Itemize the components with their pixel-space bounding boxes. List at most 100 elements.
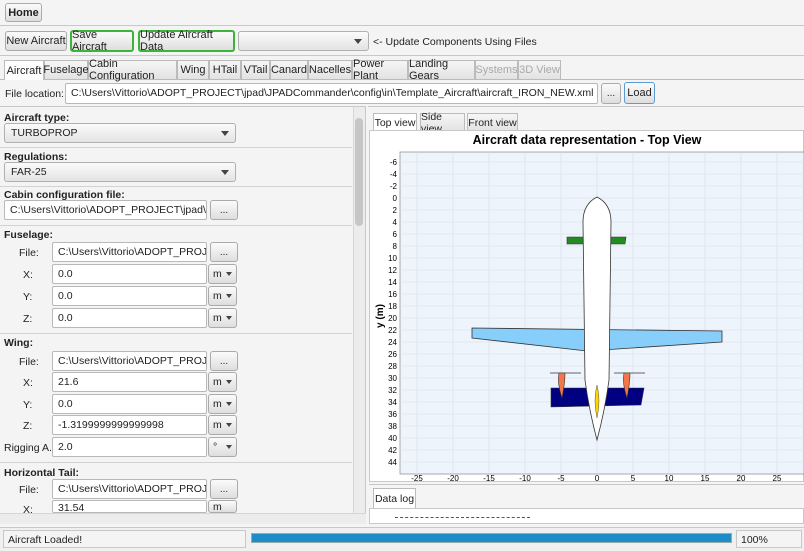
x-tick-label: 10 xyxy=(665,474,674,482)
fuselage-z-input[interactable]: 0.0 xyxy=(52,308,207,328)
aircraft-type-select[interactable]: TURBOPROP xyxy=(4,123,236,143)
file-location-input[interactable]: C:\Users\Vittorio\ADOPT_PROJECT\jpad\JPA… xyxy=(65,83,598,104)
divider xyxy=(0,462,352,463)
tab-power-plant[interactable]: Power Plant xyxy=(352,58,408,82)
chevron-down-icon xyxy=(226,316,232,320)
wing-browse-button[interactable]: ... xyxy=(210,351,238,371)
x-tick-label: 15 xyxy=(701,474,710,482)
wing-y-input[interactable]: 0.0 xyxy=(52,394,207,414)
divider xyxy=(0,333,352,334)
wing-y-label: Y: xyxy=(23,399,33,411)
y-tick-label: 24 xyxy=(388,338,397,347)
load-button[interactable]: Load xyxy=(624,82,655,104)
top-view-chart: Aircraft data representation - Top View … xyxy=(375,133,804,482)
progress-fill xyxy=(252,534,731,542)
regulations-select[interactable]: FAR-25 xyxy=(4,162,236,182)
wing-z-unit-select[interactable]: m xyxy=(208,415,237,435)
y-tick-label: 42 xyxy=(388,446,397,455)
y-tick-label: 18 xyxy=(388,302,397,311)
data-log-content[interactable] xyxy=(369,508,804,524)
x-tick-label: -15 xyxy=(483,474,495,482)
component-file-dropdown[interactable] xyxy=(238,31,369,51)
wing-section-label: Wing: xyxy=(4,337,34,349)
htail-section-label: Horizontal Tail: xyxy=(4,467,80,479)
chart-title: Aircraft data representation - Top View xyxy=(473,133,702,147)
progress-percent: 100% xyxy=(736,530,802,548)
tab-nacelles[interactable]: Nacelles xyxy=(308,60,352,79)
new-aircraft-button[interactable]: New Aircraft xyxy=(5,31,67,51)
fuselage-x-label: X: xyxy=(23,269,33,281)
unit-value: m xyxy=(213,398,222,410)
wing-y-unit-select[interactable]: m xyxy=(208,394,237,414)
tab-data-log[interactable]: Data log xyxy=(373,488,416,508)
tab-cabin-configuration[interactable]: Cabin Configuration xyxy=(88,58,177,82)
y-tick-label: -4 xyxy=(390,170,398,179)
x-tick-label: -25 xyxy=(411,474,423,482)
y-tick-label: 14 xyxy=(388,278,397,287)
chevron-down-icon xyxy=(226,402,232,406)
home-button[interactable]: Home xyxy=(5,3,42,22)
y-tick-label: 34 xyxy=(388,398,397,407)
tab-side-view[interactable]: Side view xyxy=(420,111,465,135)
wing-file-input[interactable]: C:\Users\Vittorio\ADOPT_PROJECT\jp xyxy=(52,351,207,371)
x-tick-label: 5 xyxy=(631,474,636,482)
x-tick-label: -5 xyxy=(557,474,565,482)
y-tick-label: 44 xyxy=(388,458,397,467)
y-tick-label: 38 xyxy=(388,422,397,431)
y-tick-label: 20 xyxy=(388,314,397,323)
unit-value: m xyxy=(213,312,222,324)
y-tick-label: 22 xyxy=(388,326,397,335)
fuselage-z-unit-select[interactable]: m xyxy=(208,308,237,328)
cabin-config-file-input[interactable]: C:\Users\Vittorio\ADOPT_PROJECT\jpad\JPA… xyxy=(4,200,207,220)
y-tick-label: 36 xyxy=(388,410,397,419)
tab-vtail[interactable]: VTail xyxy=(241,60,270,79)
wing-rigging-input[interactable]: 2.0 xyxy=(52,437,207,457)
htail-file-input[interactable]: C:\Users\Vittorio\ADOPT_PROJECT\jp xyxy=(52,479,207,499)
tab-wing[interactable]: Wing xyxy=(177,60,209,79)
tab-aircraft[interactable]: Aircraft xyxy=(4,60,44,80)
file-browse-button[interactable]: ... xyxy=(601,83,621,104)
fuselage-x-input[interactable]: 0.0 xyxy=(52,264,207,284)
tab-landing-gears[interactable]: Landing Gears xyxy=(408,58,475,82)
form-scrollbar-thumb[interactable] xyxy=(355,118,363,226)
htail-browse-button[interactable]: ... xyxy=(210,479,238,499)
save-aircraft-button[interactable]: Save Aircraft xyxy=(70,29,134,53)
htail-x-label: X: xyxy=(23,504,33,516)
tab-canard[interactable]: Canard xyxy=(270,60,308,79)
fuselage-y-input[interactable]: 0.0 xyxy=(52,286,207,306)
chevron-down-icon xyxy=(221,131,229,136)
wing-x-label: X: xyxy=(23,377,33,389)
chevron-down-icon xyxy=(226,445,232,449)
form-hscrollbar[interactable] xyxy=(0,513,366,524)
x-tick-label: -20 xyxy=(447,474,459,482)
tab-front-view[interactable]: Front view xyxy=(467,113,518,131)
y-tick-label: 4 xyxy=(393,218,398,227)
wing-x-input[interactable]: 21.6 xyxy=(52,372,207,392)
wing-x-unit-select[interactable]: m xyxy=(208,372,237,392)
tab-systems: Systems xyxy=(475,60,518,79)
htail-x-input[interactable]: 31.54 xyxy=(52,500,207,513)
tab-top-view[interactable]: Top view xyxy=(373,113,417,131)
tab-3d-view: 3D View xyxy=(518,60,561,79)
htail-x-unit-select[interactable]: m xyxy=(208,500,237,513)
chevron-down-icon xyxy=(221,170,229,175)
wing-z-input[interactable]: -1.3199999999999998 xyxy=(52,415,207,435)
fuselage-y-unit-select[interactable]: m xyxy=(208,286,237,306)
update-hint-label: <- Update Components Using Files xyxy=(373,36,537,48)
y-axis-label: y (m) xyxy=(375,304,386,328)
y-tick-labels: -6-4-20246810121416182022242628303234363… xyxy=(388,158,397,467)
y-tick-label: 32 xyxy=(388,386,397,395)
update-aircraft-data-button[interactable]: Update Aircraft Data xyxy=(138,29,235,53)
cabin-browse-button[interactable]: ... xyxy=(210,200,238,220)
y-tick-label: -6 xyxy=(390,158,398,167)
tab-htail[interactable]: HTail xyxy=(209,60,241,79)
fuselage-file-input[interactable]: C:\Users\Vittorio\ADOPT_PROJECT\jp xyxy=(52,242,207,262)
wing-rigging-unit-select[interactable]: ° xyxy=(208,437,237,457)
top-bar xyxy=(0,0,804,26)
fuselage-x-unit-select[interactable]: m xyxy=(208,264,237,284)
data-log-line xyxy=(395,517,530,518)
divider xyxy=(0,186,352,187)
tab-fuselage[interactable]: Fuselage xyxy=(43,60,89,79)
wing-file-label: File: xyxy=(19,356,39,368)
fuselage-browse-button[interactable]: ... xyxy=(210,242,238,262)
